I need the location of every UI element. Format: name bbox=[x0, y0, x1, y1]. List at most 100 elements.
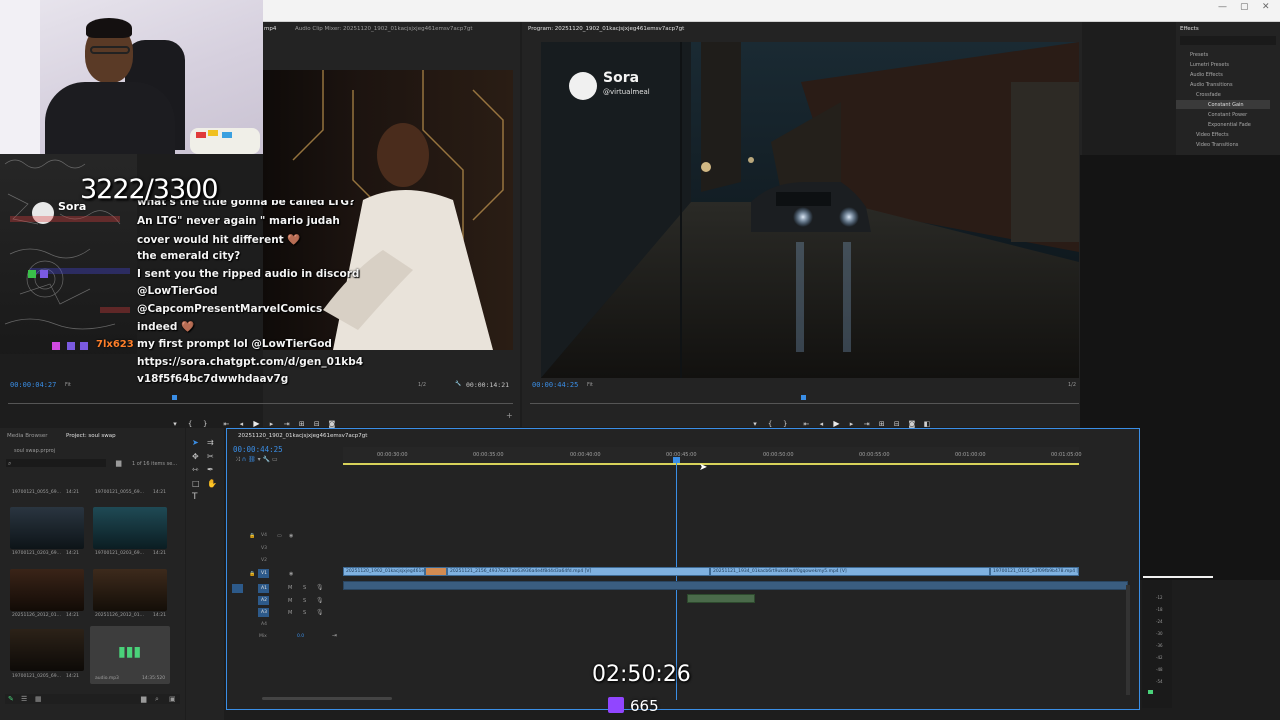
mark-out-icon[interactable]: } bbox=[780, 420, 790, 428]
ripple-edit-tool-icon[interactable]: ✥ bbox=[192, 452, 199, 461]
effects-video-effects[interactable]: Video Effects bbox=[1196, 132, 1229, 138]
solo-icon[interactable]: S bbox=[303, 598, 306, 604]
lift-icon[interactable]: ⊞ bbox=[877, 420, 887, 428]
clip-v1-3[interactable]: 19700121_0155_a3f09fb9b478.mp4 [V] bbox=[990, 567, 1079, 576]
project-search-input[interactable] bbox=[6, 459, 106, 467]
minimize-icon[interactable]: — bbox=[1218, 2, 1227, 12]
camera-icon[interactable]: ◙ bbox=[327, 420, 337, 428]
step-back-icon[interactable]: ◂ bbox=[236, 420, 246, 428]
mix-volume[interactable]: 0.0 bbox=[297, 634, 304, 639]
add-marker-icon[interactable]: ▾ bbox=[258, 456, 261, 463]
program-resolution[interactable]: 1/2 bbox=[1068, 382, 1076, 388]
step-forward-icon[interactable]: ▸ bbox=[847, 420, 857, 428]
sync-icon[interactable]: ▭ bbox=[277, 533, 282, 539]
new-item-icon[interactable]: ▣ bbox=[169, 695, 176, 703]
track-v4[interactable]: V4 bbox=[261, 533, 267, 538]
effects-video-transitions[interactable]: Video Transitions bbox=[1196, 142, 1238, 148]
clip-v1-1[interactable]: 20251121_2156_4937e217ab63936a4e4f8d4d3a… bbox=[447, 567, 710, 576]
thumb-3[interactable] bbox=[10, 569, 84, 611]
source-add-button[interactable]: + bbox=[506, 411, 513, 420]
tab-media-browser[interactable]: Media Browser bbox=[7, 433, 48, 439]
close-icon[interactable]: ✕ bbox=[1262, 2, 1270, 12]
insert-icon[interactable]: ⊞ bbox=[297, 420, 307, 428]
selection-tool-icon[interactable]: ➤ bbox=[192, 438, 199, 447]
program-video-frame[interactable]: Sora @virtualmeal bbox=[541, 42, 1079, 378]
effects-audio-effects[interactable]: Audio Effects bbox=[1190, 72, 1223, 78]
pen-tool-icon[interactable]: ✒ bbox=[207, 465, 214, 474]
razor-tool-icon[interactable]: ✂ bbox=[207, 452, 214, 461]
overwrite-icon[interactable]: ⊟ bbox=[312, 420, 322, 428]
rectangle-tool-icon[interactable]: □ bbox=[192, 479, 200, 488]
effects-exponential-fade[interactable]: Exponential Fade bbox=[1208, 122, 1251, 128]
snap-icon[interactable]: ∩ bbox=[242, 456, 246, 463]
compare-icon[interactable]: ◧ bbox=[922, 420, 932, 428]
source-playhead[interactable] bbox=[172, 395, 177, 400]
program-playhead[interactable] bbox=[801, 395, 806, 400]
camera-icon[interactable]: ◙ bbox=[907, 420, 917, 428]
captions-icon[interactable]: ▭ bbox=[272, 456, 278, 463]
hand-tool-icon[interactable]: ✋ bbox=[207, 479, 217, 488]
timeline-zoom-scrollbar[interactable] bbox=[262, 697, 392, 700]
source-resolution[interactable]: 1/2 bbox=[418, 382, 426, 388]
list-view-icon[interactable]: ☰ bbox=[21, 695, 27, 703]
type-tool-icon[interactable]: T bbox=[192, 492, 198, 502]
go-to-end-icon[interactable]: ⇥ bbox=[332, 632, 337, 639]
effects-search-input[interactable] bbox=[1180, 36, 1276, 45]
track-select-tool-icon[interactable]: ⇉ bbox=[207, 438, 214, 447]
timeline-vertical-scrollbar[interactable] bbox=[1126, 585, 1130, 695]
eye-icon[interactable]: ◉ bbox=[289, 571, 293, 577]
microphone-icon[interactable]: 🎙 bbox=[316, 597, 324, 604]
add-marker-icon[interactable]: ▾ bbox=[750, 420, 760, 428]
go-to-in-icon[interactable]: ⇤ bbox=[801, 420, 811, 428]
mark-out-icon[interactable]: } bbox=[200, 420, 210, 428]
thumb-5[interactable] bbox=[10, 629, 84, 671]
program-timecode[interactable]: 00:00:44:25 bbox=[532, 381, 578, 389]
clip-v1-0[interactable]: 20251120_1902_01kacjsjxjeg461emsv7acp7gt… bbox=[343, 567, 425, 576]
clip-v1-2[interactable]: 20251121_1934_01kacb6rt9ukd4w4f0gqowekmy… bbox=[710, 567, 990, 576]
maximize-icon[interactable]: ▢ bbox=[1240, 2, 1249, 12]
source-a1-target[interactable] bbox=[232, 584, 243, 593]
timeline-timecode[interactable]: 00:00:44:25 bbox=[233, 445, 283, 454]
effects-constant-gain[interactable]: Constant Gain bbox=[1208, 102, 1244, 108]
bin-icon[interactable]: ▆ bbox=[141, 695, 146, 703]
microphone-icon[interactable]: 🎙 bbox=[316, 584, 324, 591]
effects-constant-power[interactable]: Constant Power bbox=[1208, 112, 1247, 118]
pencil-icon[interactable]: ✎ bbox=[8, 695, 14, 703]
microphone-icon[interactable]: 🎙 bbox=[316, 609, 324, 616]
effects-lumetri-presets[interactable]: Lumetri Presets bbox=[1190, 62, 1229, 68]
go-to-out-icon[interactable]: ⇥ bbox=[862, 420, 872, 428]
thumb-4[interactable] bbox=[93, 569, 167, 611]
effects-crossfade[interactable]: Crossfade bbox=[1196, 92, 1221, 98]
mark-in-icon[interactable]: { bbox=[765, 420, 775, 428]
tab-project[interactable]: Project: soul swap bbox=[66, 433, 116, 439]
solo-icon[interactable]: S bbox=[303, 610, 306, 616]
work-area-bar[interactable] bbox=[343, 463, 1079, 465]
play-icon[interactable]: ▶ bbox=[251, 419, 261, 428]
source-scrubber[interactable] bbox=[8, 403, 513, 404]
tab-timeline[interactable]: 20251120_1902_01kacjsjxjeg461emsv7acp7gt bbox=[238, 433, 367, 439]
track-a1[interactable]: A1 bbox=[261, 586, 267, 591]
slip-tool-icon[interactable]: ⇿ bbox=[192, 465, 199, 474]
tab-program[interactable]: Program: 20251120_1902_01kacjsjxjeg461em… bbox=[528, 26, 684, 32]
lock-icon[interactable]: 🔒 bbox=[249, 571, 255, 577]
tab-audio-clip-mixer[interactable]: Audio Clip Mixer: 20251120_1902_01kacjsj… bbox=[295, 26, 472, 32]
go-to-in-icon[interactable]: ⇤ bbox=[221, 420, 231, 428]
program-fit-select[interactable]: Fit bbox=[587, 382, 593, 388]
thumb-1[interactable] bbox=[10, 507, 84, 549]
mute-icon[interactable]: M bbox=[288, 598, 292, 604]
track-v2[interactable]: V2 bbox=[261, 558, 267, 563]
mute-icon[interactable]: M bbox=[288, 610, 292, 616]
clip-v1-transition[interactable] bbox=[425, 567, 447, 576]
track-a2[interactable]: A2 bbox=[261, 598, 267, 603]
new-bin-icon[interactable]: ▆ bbox=[116, 459, 121, 467]
clip-a1[interactable] bbox=[343, 581, 1128, 590]
solo-icon[interactable]: S bbox=[303, 585, 306, 591]
find-icon[interactable]: ⌕ bbox=[155, 695, 159, 704]
lock-icon[interactable]: 🔒 bbox=[249, 533, 255, 539]
eye-icon[interactable]: ◉ bbox=[289, 533, 293, 539]
tab-effects[interactable]: Effects bbox=[1180, 26, 1199, 32]
track-a4[interactable]: A4 bbox=[261, 622, 267, 627]
mark-in-icon[interactable]: { bbox=[185, 420, 195, 428]
step-forward-icon[interactable]: ▸ bbox=[267, 420, 277, 428]
track-a3[interactable]: A3 bbox=[261, 610, 267, 615]
